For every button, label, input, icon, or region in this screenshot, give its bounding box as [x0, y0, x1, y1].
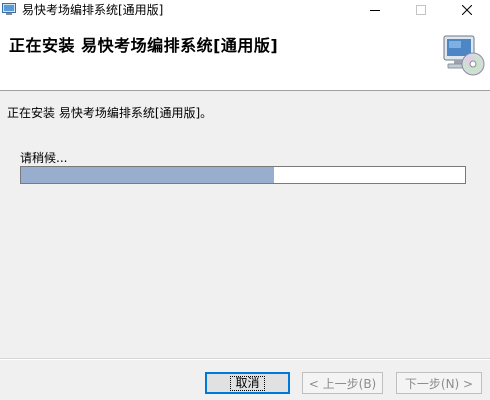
header-banner: 正在安装 易快考场编排系统[通用版]: [0, 20, 490, 91]
back-label: < 上一步(B): [308, 376, 377, 391]
next-label: 下一步(N) >: [404, 376, 474, 391]
page-title: 正在安装 易快考场编排系统[通用版]: [9, 36, 279, 55]
back-button[interactable]: < 上一步(B): [302, 372, 383, 394]
close-icon: [462, 5, 472, 15]
maximize-icon: [416, 5, 426, 15]
progress-bar: [20, 166, 466, 184]
title-bar: 易快考场编排系统[通用版]: [0, 0, 490, 20]
status-message: 正在安装 易快考场编排系统[通用版]。: [7, 106, 213, 120]
next-button[interactable]: 下一步(N) >: [396, 372, 482, 394]
wait-label: 请稍候...: [20, 151, 68, 165]
window-title: 易快考场编排系统[通用版]: [22, 3, 164, 17]
computer-cd-icon: [443, 35, 485, 76]
cancel-button[interactable]: 取消: [205, 372, 290, 394]
maximize-button[interactable]: [398, 0, 444, 20]
installer-app-icon: [2, 3, 16, 15]
minimize-icon: [370, 10, 380, 11]
cancel-label: 取消: [230, 375, 265, 391]
footer-divider: [0, 358, 490, 360]
close-button[interactable]: [444, 0, 490, 20]
progress-fill: [21, 167, 275, 183]
minimize-button[interactable]: [352, 0, 398, 20]
